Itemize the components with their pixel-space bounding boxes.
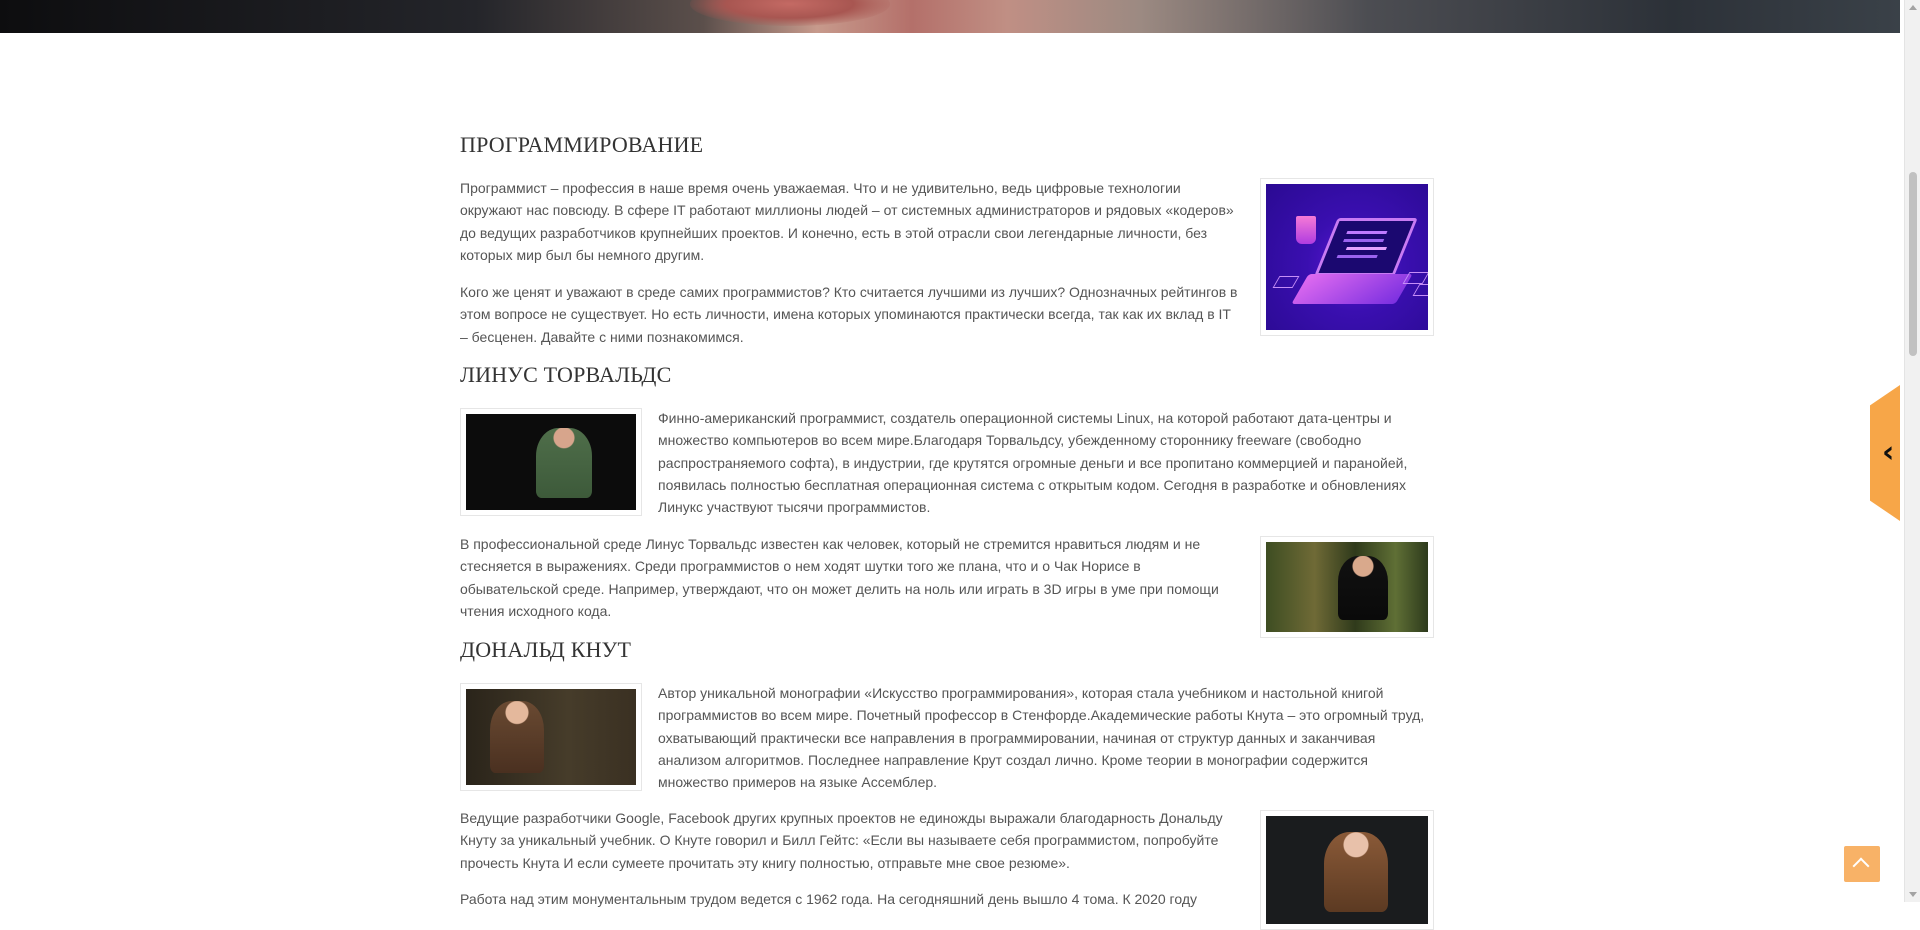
paragraph-knuth-3: Работа над этим монументальным трудом ве… (460, 891, 1198, 907)
hero-banner-image (0, 0, 1900, 33)
scroll-to-top-button[interactable] (1844, 846, 1880, 882)
page-scrollbar[interactable] (1904, 0, 1920, 902)
paragraph-knuth-1: Автор уникальной монографии «Искусство п… (658, 685, 1425, 791)
paragraph-torvalds-1: Финно-американский программист, создател… (658, 410, 1408, 516)
hero-face-detail (690, 0, 890, 26)
paragraph-programming-2: Кого же ценят и уважают в среде самих пр… (460, 284, 1238, 345)
paragraph-programming-1: Программист – профессия в наше время оче… (460, 180, 1234, 263)
scrollbar-thumb[interactable] (1909, 172, 1917, 356)
paragraph-knuth-2: Ведущие разработчики Google, Facebook др… (460, 810, 1223, 871)
scroll-down-arrow[interactable] (1909, 892, 1917, 897)
torvalds-stage-photo (460, 408, 642, 516)
heading-programming: ПРОГРАММИРОВАНИЕ (460, 132, 704, 157)
side-panel-toggle[interactable]: ‹ (1870, 385, 1900, 521)
scroll-up-arrow[interactable] (1909, 5, 1917, 10)
chevron-left-icon: ‹ (1882, 435, 1895, 470)
laptop-illustration (1260, 178, 1434, 336)
heading-linus-torvalds: ЛИНУС ТОРВАЛЬДС (460, 362, 672, 387)
paragraph-torvalds-2: В профессиональной среде Линус Торвальдс… (460, 536, 1219, 619)
torvalds-forest-photo (1260, 536, 1434, 638)
knuth-blackboard-photo (460, 683, 642, 791)
heading-donald-knuth: ДОНАЛЬД КНУТ (460, 637, 632, 662)
chevron-up-icon (1852, 857, 1870, 875)
knuth-portrait-photo (1260, 810, 1434, 930)
